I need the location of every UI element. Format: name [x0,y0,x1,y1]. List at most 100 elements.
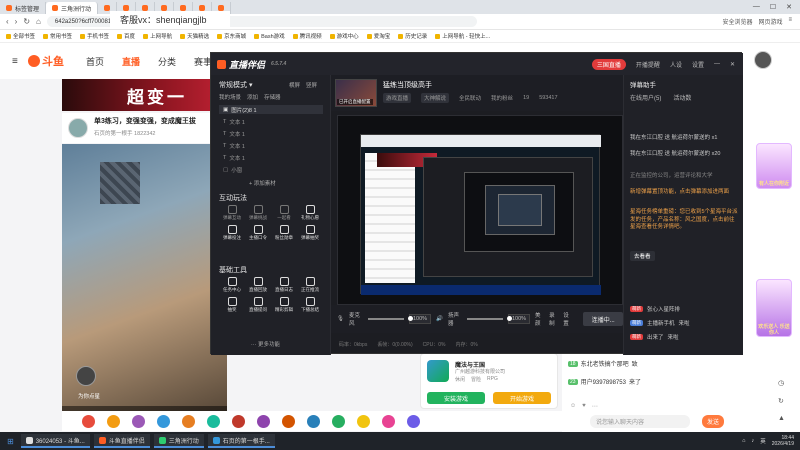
stream-preview[interactable] [337,115,623,305]
network-icon[interactable]: ⌂ [742,438,745,444]
refresh-icon[interactable]: ↻ [23,17,30,26]
volume-icon[interactable]: ♪ [751,438,754,444]
speaker-icon[interactable]: 🔊 [436,316,443,322]
tool-item[interactable]: 精彩剪辑 [273,297,295,313]
bookmark[interactable]: 上网导航 - 轻快上... [435,32,490,40]
emoji-icon[interactable]: ☺ [570,403,576,410]
tool-item[interactable]: 下播总结 [299,297,321,313]
fan-badge-icon[interactable]: ♥ [582,403,586,410]
taskbar-item[interactable]: 36024053 - 斗鱼... [20,434,90,448]
mic-volume-slider[interactable] [367,316,413,321]
gift-icon[interactable] [107,414,120,428]
interact-item[interactable]: 一起看 [273,205,295,221]
start-menu-icon[interactable]: ⊞ [4,437,17,446]
bookmark[interactable]: 天猫精选 [180,32,209,40]
taskbar-item[interactable]: 三角洲行动 [153,434,204,448]
bookmark[interactable]: 百度 [117,32,135,40]
mode-selector[interactable]: 常规模式 ▾ [219,80,252,90]
category-tag[interactable]: 大神解说 [421,93,450,103]
tab-activity[interactable]: 活动数 [673,93,691,102]
speaker-volume-slider[interactable] [466,316,512,321]
settings-button[interactable]: 设置 [692,60,704,69]
bookmark[interactable]: 常用书签 [43,32,72,40]
gift-icon[interactable] [132,414,145,428]
avatar[interactable] [754,51,772,69]
interact-item[interactable]: 礼物心愿 [299,205,321,221]
tool-item[interactable]: 正在推流 [299,277,321,293]
start-game-button[interactable]: 开始游戏 [493,392,551,404]
live-room-badge[interactable]: 三国直播 [591,58,626,70]
scene-row[interactable]: T 文本 1 [219,141,323,150]
bookmark[interactable]: 游戏中心 [329,32,359,40]
interact-item[interactable]: 弹幕互动 [221,205,243,221]
settings-button[interactable]: 设置 [563,311,572,327]
nav-category[interactable]: 分类 [158,55,176,68]
record-button[interactable]: 录制 [549,311,558,327]
bookmark[interactable]: 爱淘宝 [366,32,390,40]
tab-landscape[interactable]: 横屏 [289,81,300,89]
home-icon[interactable]: ⌂ [36,17,41,26]
interact-item[interactable]: 弹幕抽奖 [299,225,321,241]
chat-user[interactable]: 东北老铁搞个那吧 [581,359,629,368]
scene-row[interactable]: T 文本 1 [219,117,323,126]
interact-item[interactable]: 弹幕挑战 [247,205,269,221]
chat-user[interactable]: 用户9397898753 [581,377,626,386]
taskbar-item[interactable]: 斗鱼直播伴侣 [93,434,150,448]
game-app-icon[interactable] [427,360,449,382]
bookmark[interactable]: 全部书签 [6,32,35,40]
tab-portrait[interactable]: 竖屏 [306,81,317,89]
install-game-button[interactable]: 安装游戏 [427,392,485,404]
gift-icon[interactable] [307,414,320,428]
gift-icon[interactable] [157,414,170,428]
slider-knob[interactable] [407,316,413,321]
nav-live[interactable]: 直播 [122,55,140,68]
beauty-button[interactable]: 美颜 [535,311,544,327]
send-button[interactable]: 发送 [702,415,724,428]
category-tag[interactable]: 游戏直播 [383,93,412,103]
bookmark[interactable]: 京东商城 [217,32,246,40]
web-games-link[interactable]: 网页游戏 [758,17,782,26]
minimize-icon[interactable]: — [714,61,720,67]
more-functions-button[interactable]: ⋯ 更多功能 [251,340,280,348]
gift-icon[interactable] [407,414,420,428]
browser-tab-active[interactable]: 三角洲行动 [46,2,99,14]
bookmark[interactable]: 历史记录 [398,32,427,40]
bookmark[interactable]: Bash游戏 [254,32,285,40]
minimize-icon[interactable]: — [753,3,760,11]
close-icon[interactable]: ✕ [730,61,735,68]
bookmark[interactable]: 手机书签 [80,32,109,40]
gift-icon[interactable] [82,414,95,428]
gift-icon[interactable] [282,414,295,428]
persona-button[interactable]: 人设 [670,60,682,69]
tab-storage[interactable]: 存储器 [264,93,281,101]
back-to-top-icon[interactable]: ▲ [778,415,785,422]
ime-indicator[interactable]: 英 [760,437,766,445]
forward-icon[interactable]: › [15,17,18,26]
chat-input[interactable]: 说您输入聊天内容 [590,415,690,428]
start-live-button[interactable]: 连播中... [583,312,624,326]
streamer-avatar[interactable] [68,118,88,138]
scene-row[interactable]: T 文本 1 [219,153,323,162]
douyu-logo[interactable]: 斗鱼 [28,52,68,70]
promo-card-2[interactable]: 欢乐送人 乐送你人 [756,279,792,337]
maximize-icon[interactable]: ☐ [770,3,776,11]
scene-row[interactable]: T 文本 1 [219,129,323,138]
danmaku-user[interactable]: 出来了 [647,333,664,341]
history-icon[interactable]: ◷ [778,379,785,387]
view-task-button[interactable]: 去看看 [630,251,655,261]
gift-icon[interactable] [382,414,395,428]
tool-item[interactable]: 抽奖 [221,297,243,313]
danmaku-user[interactable]: 主播新手机 [647,319,675,327]
gift-icon[interactable] [182,414,195,428]
interact-item[interactable]: 粉丝勋章 [273,225,295,241]
back-icon[interactable]: ‹ [6,17,9,26]
live-remind-button[interactable]: 开播提醒 [636,60,660,69]
secure-browser-link[interactable]: 安全浏览器 [722,17,752,26]
tool-item[interactable]: 直播日志 [273,277,295,293]
tool-item[interactable]: 直播提问 [247,297,269,313]
gift-icon[interactable] [357,414,370,428]
promo-card[interactable]: 有人在你附近 [756,143,792,189]
hamburger-icon[interactable]: ≡ [12,56,18,67]
microphone-icon[interactable]: 🎙 [337,316,344,322]
gift-icon[interactable] [257,414,270,428]
